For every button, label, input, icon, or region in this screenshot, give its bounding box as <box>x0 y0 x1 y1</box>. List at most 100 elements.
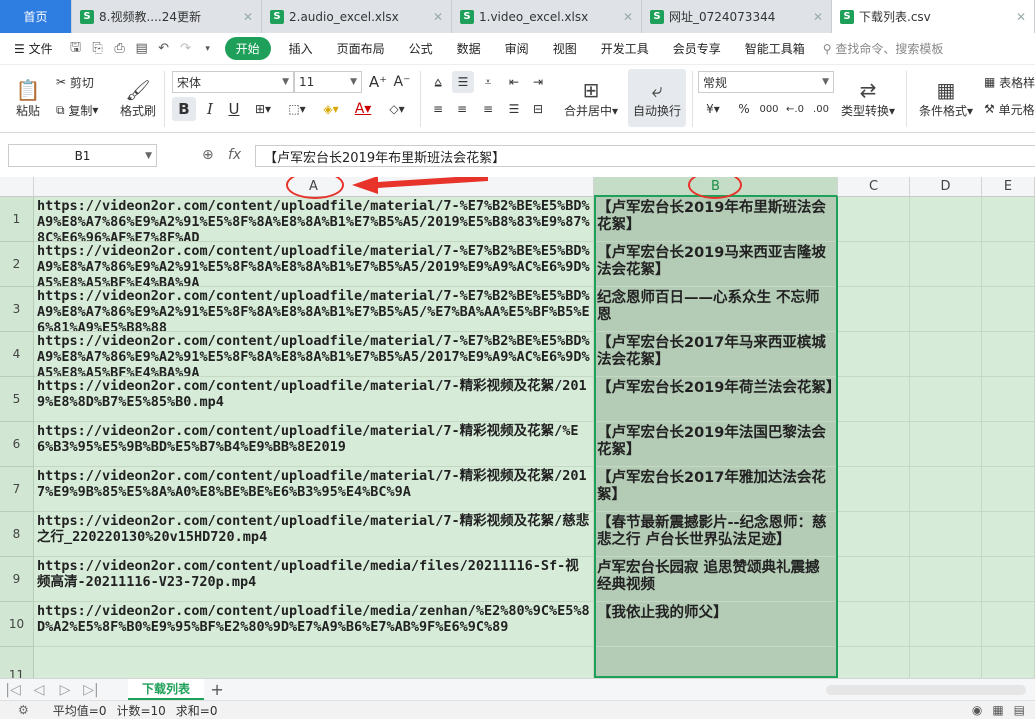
decrease-font-icon[interactable]: A⁻ <box>392 71 412 93</box>
align-top-icon[interactable]: ⩠ <box>428 71 448 93</box>
row-header[interactable]: 7 <box>0 467 34 512</box>
cell-e[interactable] <box>982 422 1035 467</box>
cell-e[interactable] <box>982 377 1035 422</box>
paste-button[interactable]: 📋 粘贴 <box>6 69 50 127</box>
last-sheet-icon[interactable]: ▷| <box>78 682 104 698</box>
row-header[interactable]: 10 <box>0 602 34 647</box>
close-icon[interactable]: ✕ <box>237 10 253 24</box>
row-header[interactable]: 2 <box>0 242 34 287</box>
view-page-icon[interactable]: ▤ <box>1014 703 1025 717</box>
cell-c[interactable] <box>838 467 910 512</box>
cell-e[interactable] <box>982 287 1035 332</box>
cell-a[interactable]: https://videon2or.com/content/uploadfile… <box>34 557 594 602</box>
view-normal-icon[interactable]: ▦ <box>992 703 1003 717</box>
table-style-button[interactable]: ▦ 表格样 <box>984 71 1035 93</box>
currency-icon[interactable]: ¥▾ <box>700 97 726 121</box>
row-header[interactable]: 4 <box>0 332 34 377</box>
cell-b[interactable]: 纪念恩师百日——心系众生 不忘师恩 <box>594 287 838 332</box>
cell-a[interactable] <box>34 647 594 678</box>
tab-video-tutorial[interactable]: S 8.视频教....24更新 ✕ <box>72 0 262 33</box>
cell-c[interactable] <box>838 512 910 557</box>
close-icon[interactable]: ✕ <box>1010 10 1026 24</box>
row-header[interactable]: 11 <box>0 647 34 678</box>
cell-b[interactable]: 【卢军宏台长2017年马来西亚槟城法会花絮】 <box>594 332 838 377</box>
fill-color-button[interactable]: ◈▾ <box>316 97 346 121</box>
add-sheet-icon[interactable]: + <box>204 680 230 699</box>
cell-a[interactable]: https://videon2or.com/content/uploadfile… <box>34 332 594 377</box>
menu-developer[interactable]: 开发工具 <box>589 40 661 57</box>
cell-a[interactable]: https://videon2or.com/content/uploadfile… <box>34 467 594 512</box>
cell-d[interactable] <box>910 602 982 647</box>
redo-icon[interactable]: ↷ <box>175 41 197 56</box>
cell-d[interactable] <box>910 557 982 602</box>
cell-c[interactable] <box>838 242 910 287</box>
percent-icon[interactable]: % <box>734 97 754 121</box>
cell-c[interactable] <box>838 647 910 678</box>
name-box[interactable]: B1 ▼ <box>8 144 157 167</box>
cell-e[interactable] <box>982 332 1035 377</box>
tab-home[interactable]: 首页 <box>0 0 72 33</box>
formula-input[interactable]: 【卢军宏台长2019年布里斯班法会花絮】 <box>255 145 1035 167</box>
cell-e[interactable] <box>982 467 1035 512</box>
cell-c[interactable] <box>838 377 910 422</box>
tab-download-list[interactable]: S 下载列表.csv ✕ <box>832 0 1035 33</box>
cell-e[interactable] <box>982 242 1035 287</box>
cell-d[interactable] <box>910 287 982 332</box>
menu-review[interactable]: 审阅 <box>493 40 541 57</box>
font-color-button[interactable]: A▾ <box>350 97 376 121</box>
menu-page-layout[interactable]: 页面布局 <box>325 40 397 57</box>
cell-a[interactable]: https://videon2or.com/content/uploadfile… <box>34 377 594 422</box>
bold-button[interactable]: B <box>172 97 196 121</box>
menu-insert[interactable]: 插入 <box>277 40 325 57</box>
cell-b[interactable]: 【卢军宏台长2019马来西亚吉隆坡法会花絮】 <box>594 242 838 287</box>
copy-button[interactable]: ⧉ 复制 ▾ <box>56 99 98 121</box>
command-search[interactable]: ⚲ 查找命令、搜索模板 <box>823 40 944 57</box>
tab-video-excel[interactable]: S 1.video_excel.xlsx ✕ <box>452 0 642 33</box>
increase-decimal-icon[interactable]: ←.0 <box>784 97 806 121</box>
cell-e[interactable] <box>982 557 1035 602</box>
menu-member[interactable]: 会员专享 <box>661 40 733 57</box>
menu-smart-toolbox[interactable]: 智能工具箱 <box>733 40 817 57</box>
indent-icon[interactable]: ⇥ <box>528 71 548 93</box>
cell-b[interactable]: 【卢军宏台长2019年法国巴黎法会花絮】 <box>594 422 838 467</box>
cell-a[interactable]: https://videon2or.com/content/uploadfile… <box>34 602 594 647</box>
type-convert-button[interactable]: ⇄ 类型转换▾ <box>838 69 898 127</box>
cell-b[interactable]: 【我依止我的师父】 <box>594 602 838 647</box>
distribute-icon[interactable]: ⊟ <box>528 97 548 121</box>
cell-d[interactable] <box>910 512 982 557</box>
italic-button[interactable]: I <box>200 97 220 121</box>
chevron-down-icon[interactable]: ▾ <box>197 44 219 54</box>
menu-view[interactable]: 视图 <box>541 40 589 57</box>
cell-e[interactable] <box>982 512 1035 557</box>
cell-b[interactable] <box>594 647 838 678</box>
cell-c[interactable] <box>838 332 910 377</box>
cut-button[interactable]: ✂ 剪切 <box>56 71 94 93</box>
cell-d[interactable] <box>910 242 982 287</box>
format-painter-button[interactable]: 🖌 格式刷 <box>118 69 158 127</box>
cell-c[interactable] <box>838 287 910 332</box>
row-header[interactable]: 8 <box>0 512 34 557</box>
outdent-icon[interactable]: ⇤ <box>504 71 524 93</box>
font-name-select[interactable]: 宋体 ▼ <box>172 71 294 93</box>
row-header[interactable]: 6 <box>0 422 34 467</box>
cell-d[interactable] <box>910 647 982 678</box>
increase-font-icon[interactable]: A⁺ <box>368 71 388 93</box>
cell-c[interactable] <box>838 422 910 467</box>
eraser-button[interactable]: ◇▾ <box>382 97 412 121</box>
align-middle-icon[interactable]: ☰ <box>452 71 474 93</box>
auto-wrap-button[interactable]: ⤶ 自动换行 <box>628 69 686 127</box>
number-format-select[interactable]: 常规 ▼ <box>698 71 834 93</box>
underline-button[interactable]: U <box>224 97 244 121</box>
decrease-decimal-icon[interactable]: .00 <box>810 97 832 121</box>
menu-start[interactable]: 开始 <box>224 37 271 60</box>
row-header[interactable]: 3 <box>0 287 34 332</box>
sheet-tab-download-list[interactable]: 下载列表 <box>128 679 205 700</box>
close-icon[interactable]: ✕ <box>427 10 443 24</box>
cell-d[interactable] <box>910 422 982 467</box>
align-bottom-icon[interactable]: ⩡ <box>478 71 498 93</box>
file-menu[interactable]: ☰ 文件 <box>0 40 65 57</box>
row-header[interactable]: 5 <box>0 377 34 422</box>
first-sheet-icon[interactable]: |◁ <box>0 682 26 698</box>
cell-style-button[interactable]: ⚒ 单元格 <box>984 97 1035 121</box>
export-icon[interactable]: ⎘ <box>87 41 109 56</box>
